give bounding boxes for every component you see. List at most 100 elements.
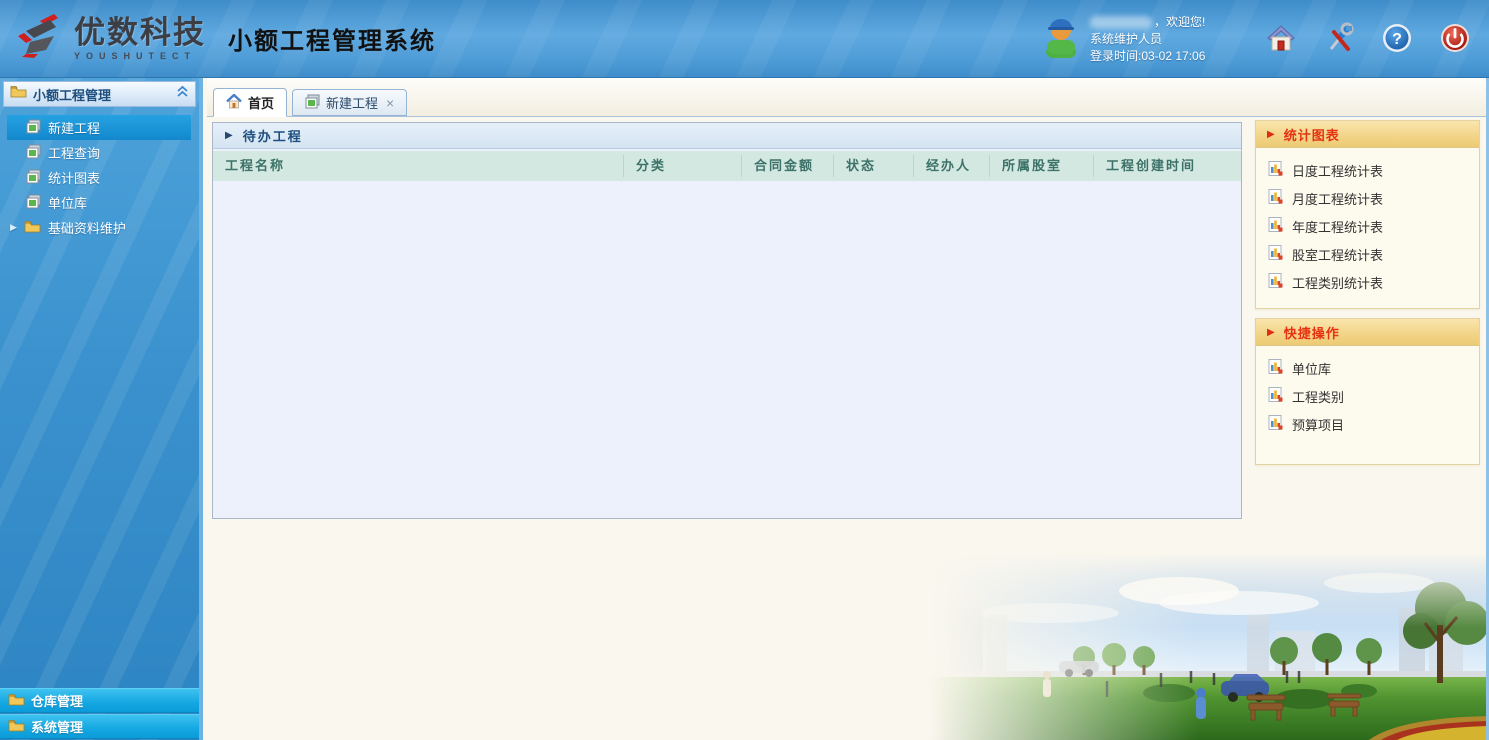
- quick-actions-panel: ▶ 快捷操作 单: [1255, 318, 1480, 465]
- column-header-project-name[interactable]: 工程名称: [213, 155, 623, 177]
- brand-subtitle: YOUSHUTECT: [74, 52, 206, 61]
- link-daily-report[interactable]: 日度工程统计表: [1256, 156, 1479, 184]
- sidebar-item-project-query[interactable]: 工程查询: [0, 140, 199, 165]
- column-header-category[interactable]: 分类: [623, 155, 741, 177]
- form-icon: [26, 144, 41, 162]
- column-header-create-time[interactable]: 工程创建时间: [1093, 155, 1241, 177]
- link-category-report[interactable]: 工程类别统计表: [1256, 268, 1479, 296]
- sidebar-menu: 新建工程 工程查询 统计图表: [0, 107, 199, 240]
- landscape-fade: [929, 553, 1489, 740]
- main-area: 首页 新建工程 ×: [207, 78, 1489, 740]
- link-label: 工程类别: [1292, 387, 1344, 406]
- landscape-image: [929, 553, 1489, 740]
- user-info: ，欢迎您! 系统维护人员 登录时间:03-02 17:06: [1042, 14, 1205, 65]
- sidebar-panel-header-system[interactable]: 系统管理: [0, 714, 199, 739]
- tree-expander-icon[interactable]: ▶: [10, 222, 17, 233]
- home-icon[interactable]: [1265, 22, 1297, 54]
- sidebar-item-label: 统计图表: [48, 168, 100, 187]
- sidebar-panel-header-project-mgmt[interactable]: 小额工程管理: [3, 81, 196, 107]
- tab-bar: 首页 新建工程 ×: [207, 78, 1489, 117]
- link-yearly-report[interactable]: 年度工程统计表: [1256, 212, 1479, 240]
- column-header-handler[interactable]: 经办人: [913, 155, 989, 177]
- link-label: 股室工程统计表: [1292, 245, 1383, 264]
- sidebar-item-new-project[interactable]: 新建工程: [7, 115, 191, 140]
- stat-charts-panel-header: ▶ 统计图表: [1256, 121, 1479, 148]
- sidebar-panel-label: 小额工程管理: [33, 85, 170, 104]
- quick-actions-list: 单位库 工程类别: [1256, 346, 1479, 464]
- avatar-icon: [1042, 14, 1080, 65]
- link-budget-items[interactable]: 预算项目: [1256, 410, 1479, 438]
- stat-charts-panel: ▶ 统计图表 日: [1255, 120, 1480, 309]
- sidebar-item-label: 工程查询: [48, 143, 100, 162]
- link-label: 年度工程统计表: [1292, 217, 1383, 236]
- expand-arrow-icon[interactable]: ▶: [225, 130, 233, 141]
- power-icon[interactable]: [1439, 22, 1471, 54]
- sidebar-item-label: 单位库: [48, 193, 87, 212]
- bar-chart-icon: [1268, 273, 1283, 291]
- link-label: 预算项目: [1292, 415, 1344, 434]
- logo: 优数科技 YOUSHUTECT 小额工程管理系统: [0, 12, 436, 65]
- sidebar-item-base-data[interactable]: ▶ 基础资料维护: [0, 215, 199, 240]
- panel-title: 统计图表: [1284, 125, 1340, 144]
- sidebar-panel-label: 仓库管理: [31, 691, 83, 710]
- tab-home[interactable]: 首页: [213, 88, 287, 117]
- user-role: 系统维护人员: [1090, 31, 1205, 48]
- content-region: ▶ 待办工程 工程名称 分类 合同金额 状态 经办人 所属股室 工程创建时间 ▶…: [207, 117, 1489, 740]
- todo-projects-panel: ▶ 待办工程 工程名称 分类 合同金额 状态 经办人 所属股室 工程创建时间: [212, 122, 1242, 519]
- link-department-report[interactable]: 股室工程统计表: [1256, 240, 1479, 268]
- tab-label: 新建工程: [326, 93, 378, 112]
- login-time: 登录时间:03-02 17:06: [1090, 48, 1205, 65]
- sidebar-item-unit-library[interactable]: 单位库: [0, 190, 199, 215]
- folder-icon: [8, 719, 25, 735]
- folder-icon: [10, 85, 27, 103]
- todo-panel-title: 待办工程: [243, 126, 303, 145]
- sidebar: 小额工程管理 新建工程: [0, 78, 203, 740]
- todo-panel-header[interactable]: ▶ 待办工程: [213, 123, 1241, 149]
- tools-icon[interactable]: [1323, 22, 1355, 54]
- sidebar-item-stat-charts[interactable]: 统计图表: [0, 165, 199, 190]
- brand-name: 优数科技: [74, 17, 206, 48]
- column-header-contract-amount[interactable]: 合同金额: [741, 155, 833, 177]
- red-arrow-icon: ▶: [1267, 129, 1275, 140]
- link-project-category[interactable]: 工程类别: [1256, 382, 1479, 410]
- link-unit-library[interactable]: 单位库: [1256, 354, 1479, 382]
- form-icon: [26, 169, 41, 187]
- bar-chart-icon: [1268, 387, 1283, 405]
- form-icon: [26, 119, 41, 137]
- user-text: ，欢迎您! 系统维护人员 登录时间:03-02 17:06: [1090, 14, 1205, 65]
- bar-chart-icon: [1268, 359, 1283, 377]
- form-icon: [305, 94, 320, 112]
- right-column: ▶ 统计图表 日: [1255, 120, 1480, 474]
- tab-close-icon[interactable]: ×: [386, 96, 394, 110]
- bar-chart-icon: [1268, 245, 1283, 263]
- bar-chart-icon: [1268, 161, 1283, 179]
- double-chevron-up-icon[interactable]: [176, 85, 189, 103]
- stat-charts-list: 日度工程统计表 月度工程统计表: [1256, 148, 1479, 308]
- folder-icon: [24, 220, 41, 236]
- table-body-empty: [213, 181, 1241, 518]
- welcome-line: ，欢迎您!: [1090, 14, 1205, 31]
- panel-title: 快捷操作: [1284, 323, 1340, 342]
- brand-block: 优数科技 YOUSHUTECT: [74, 17, 206, 61]
- redacted-username: [1090, 16, 1152, 29]
- sidebar-item-label: 基础资料维护: [48, 218, 126, 237]
- svg-text:?: ?: [1392, 31, 1402, 48]
- tab-label: 首页: [248, 93, 274, 112]
- link-label: 月度工程统计表: [1292, 189, 1383, 208]
- bar-chart-icon: [1268, 189, 1283, 207]
- sidebar-panel-header-warehouse[interactable]: 仓库管理: [0, 688, 199, 713]
- bar-chart-icon: [1268, 415, 1283, 433]
- sidebar-item-label: 新建工程: [48, 118, 100, 137]
- link-label: 单位库: [1292, 359, 1331, 378]
- page-title: 小额工程管理系统: [228, 21, 436, 56]
- column-header-department[interactable]: 所属股室: [989, 155, 1093, 177]
- column-header-status[interactable]: 状态: [833, 155, 913, 177]
- tab-new-project[interactable]: 新建工程 ×: [292, 89, 407, 116]
- link-monthly-report[interactable]: 月度工程统计表: [1256, 184, 1479, 212]
- home-tab-icon: [226, 94, 242, 112]
- help-icon[interactable]: ?: [1381, 22, 1413, 54]
- quick-actions-panel-header: ▶ 快捷操作: [1256, 319, 1479, 346]
- logo-mark-icon: [14, 12, 66, 65]
- red-arrow-icon: ▶: [1267, 327, 1275, 338]
- header-toolbar: ?: [1265, 22, 1471, 54]
